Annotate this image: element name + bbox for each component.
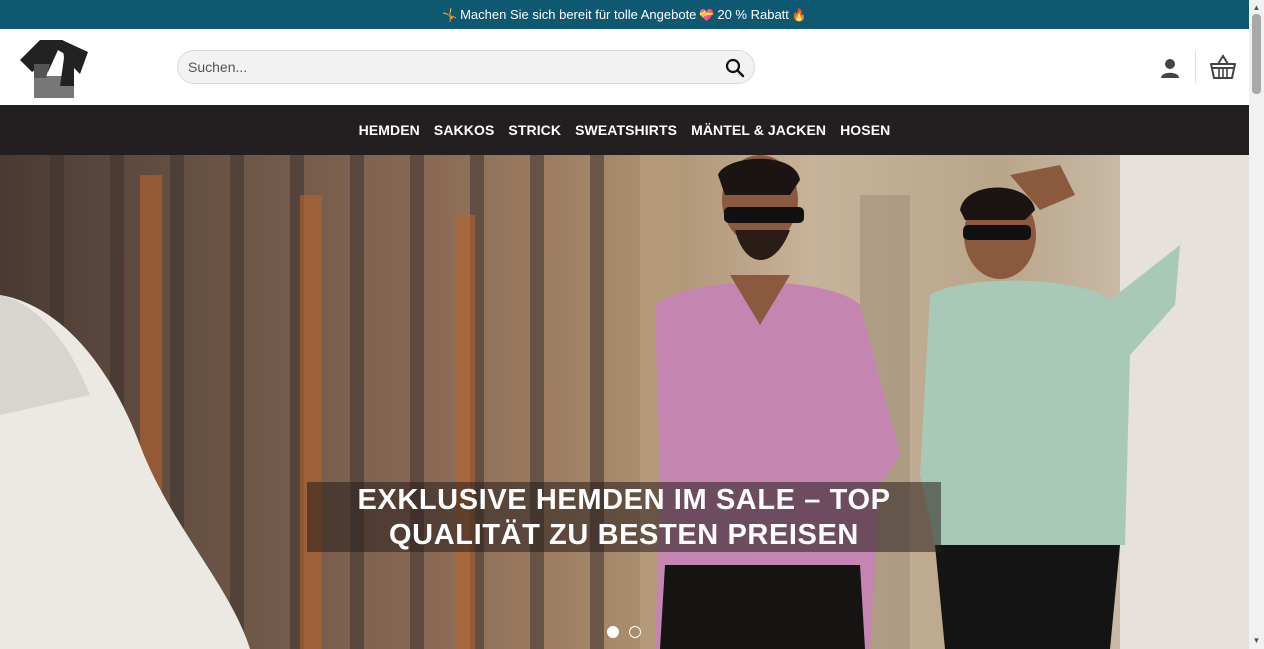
hero-photo (0, 155, 1249, 649)
slider-pagination (607, 626, 641, 638)
hero-caption-line-2: QUALITÄT ZU BESTEN PREISEN (389, 519, 859, 551)
hero-caption: EXKLUSIVE HEMDEN IM SALE – TOP QUALITÄT … (307, 482, 941, 552)
shirt-logo-icon[interactable] (18, 38, 90, 98)
search-bar (177, 50, 755, 84)
announcement-emoji-right: 🔥 (791, 7, 807, 22)
announcement-emoji-left: 🤸 (442, 7, 458, 22)
nav-item-strick[interactable]: STRICK (508, 122, 561, 138)
cart-basket-icon[interactable] (1209, 54, 1237, 80)
header-divider (1195, 51, 1196, 83)
announcement-text: Machen Sie sich bereit für tolle Angebot… (460, 7, 697, 22)
search-icon[interactable] (722, 55, 748, 81)
slider-dot-2[interactable] (629, 626, 641, 638)
account-icon[interactable] (1158, 56, 1182, 80)
main-navigation: HEMDEN SAKKOS STRICK SWEATSHIRTS MÄNTEL … (0, 105, 1249, 155)
nav-item-sweatshirts[interactable]: SWEATSHIRTS (575, 122, 677, 138)
nav-item-sakkos[interactable]: SAKKOS (434, 122, 495, 138)
site-header (0, 29, 1249, 105)
page-scrollbar[interactable]: ▲ ▼ (1249, 0, 1264, 649)
nav-item-hosen[interactable]: HOSEN (840, 122, 890, 138)
hero-slider[interactable]: EXKLUSIVE HEMDEN IM SALE – TOP QUALITÄT … (0, 155, 1249, 649)
slider-dot-1[interactable] (607, 626, 619, 638)
scroll-up-arrow-icon[interactable]: ▲ (1252, 3, 1261, 12)
search-input[interactable] (188, 51, 708, 83)
scrollbar-thumb[interactable] (1252, 14, 1261, 94)
announcement-bar: 🤸 Machen Sie sich bereit für tolle Angeb… (0, 0, 1249, 29)
scroll-down-arrow-icon[interactable]: ▼ (1252, 636, 1261, 645)
announcement-emoji-mid: 💝 (699, 7, 715, 22)
nav-item-hemden[interactable]: HEMDEN (359, 122, 420, 138)
announcement-discount: 20 % Rabatt (717, 7, 789, 22)
nav-item-maentel-jacken[interactable]: MÄNTEL & JACKEN (691, 122, 826, 138)
hero-caption-line-1: EXKLUSIVE HEMDEN IM SALE – TOP (357, 484, 891, 516)
